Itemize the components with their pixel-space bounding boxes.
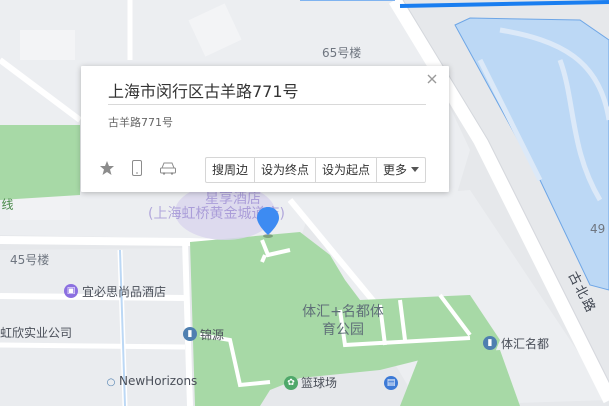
label-newhorizons[interactable]: NewHorizons [119,374,197,388]
label-building-45[interactable]: 45号楼 [10,253,49,267]
label-left-edge: 线 [0,198,14,210]
location-pin-icon[interactable] [256,206,280,238]
building-poi-icon-2[interactable]: ▮ [483,336,497,350]
label-tihui[interactable]: 体汇名都 [501,337,549,351]
search-nearby-button[interactable]: 搜周边 [206,158,254,182]
label-building-65[interactable]: 65号楼 [322,46,361,60]
star-icon[interactable] [99,160,115,180]
more-label: 更多 [383,163,408,177]
close-icon[interactable] [425,72,439,86]
label-hotel-partial-1[interactable]: 星享酒店 [205,192,261,206]
set-destination-button[interactable]: 设为终点 [254,158,315,182]
label-basketball[interactable]: 篮球场 [301,376,337,390]
bus-stop-icon[interactable]: ▤ [384,376,398,390]
label-hotel-yibisi[interactable]: 宜必思尚品酒店 [82,285,166,299]
hotel-icon[interactable]: ▣ [64,284,78,298]
building-poi-icon[interactable]: ▮ [183,327,197,341]
phone-icon[interactable] [131,160,143,180]
poi-dot-icon[interactable]: ○ [104,376,118,390]
popup-divider [108,104,426,105]
popup-actions: 搜周边 设为终点 设为起点 更多 [205,157,427,183]
sports-icon[interactable]: ✿ [284,376,298,390]
label-building-49[interactable]: 49 [590,222,605,236]
location-popup: 上海市闵行区古羊路771号 古羊路771号 搜周边 设为终点 设为起点 更多 [81,66,449,192]
label-jinyuan[interactable]: 锦源 [200,328,224,342]
label-company[interactable]: 虹欣实业公司 [0,326,72,340]
car-icon[interactable] [159,160,177,180]
more-button[interactable]: 更多 [376,158,425,182]
label-park[interactable]: 体汇+名都体育公园 [298,303,388,339]
popup-title: 上海市闵行区古羊路771号 [108,82,299,101]
caret-down-icon [411,167,420,172]
set-origin-button[interactable]: 设为起点 [315,158,376,182]
popup-subtitle: 古羊路771号 [108,116,173,129]
